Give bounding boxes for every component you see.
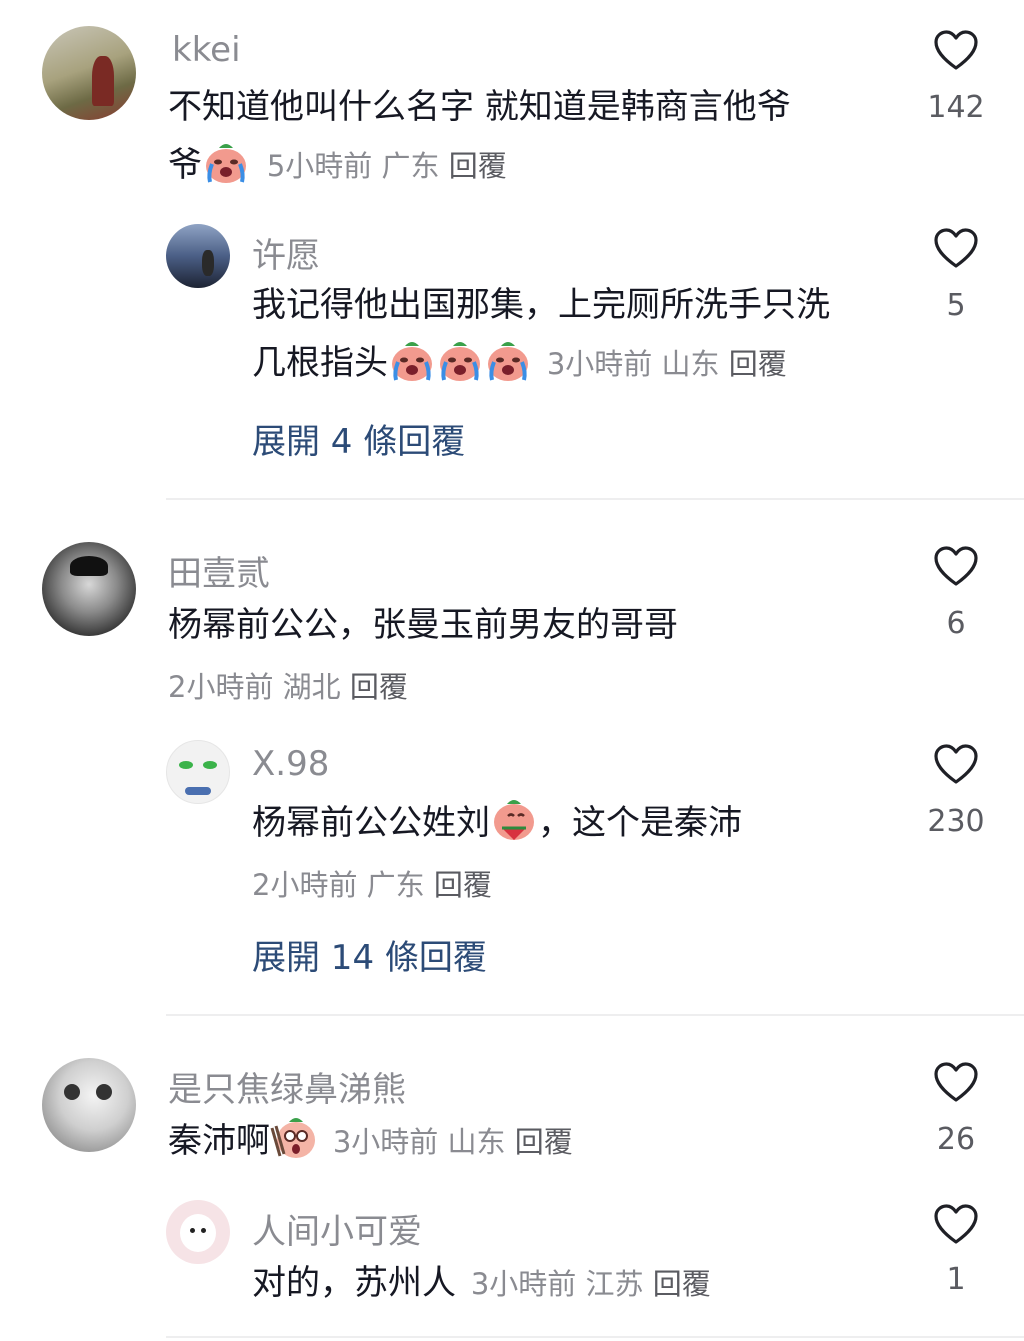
reply-text-line: 我记得他出国那集，上完厕所洗手只洗 (252, 285, 830, 325)
reply-author[interactable]: 人间小可爱 (252, 1204, 422, 1253)
reply-button[interactable]: 回覆 (653, 1267, 711, 1301)
reply-button[interactable]: 回覆 (434, 868, 492, 902)
crying-face-emoji (388, 338, 436, 382)
reply-text: 我记得他出国那集，上完厕所洗手只洗 几根指头 3小時前 山东 回覆 (252, 276, 912, 393)
avatar[interactable] (42, 542, 136, 636)
reply-text-line: 几根指头 3小時前 山东 回覆 (252, 334, 912, 393)
reply-meta: 3小時前 山东 回覆 (547, 347, 787, 381)
crying-face-emoji (436, 338, 484, 382)
comment-meta: 3小時前 山东 回覆 (333, 1125, 573, 1159)
reply-region: 广东 (366, 868, 425, 902)
reply-text-tail: 几根指头 (252, 343, 388, 383)
heart-outline-icon (932, 28, 980, 76)
crying-face-emoji (484, 338, 532, 382)
watermelon-eating-emoji (490, 798, 538, 842)
reply-button[interactable]: 回覆 (515, 1125, 573, 1159)
reply-text: 杨幂前公公姓刘 ，这个是秦沛 (252, 794, 742, 852)
reply-text-part: ，这个是秦沛 (538, 803, 742, 843)
heart-outline-icon (932, 742, 980, 790)
comment-region: 山东 (447, 1125, 506, 1159)
divider (166, 1336, 1024, 1338)
comment-text: 秦沛啊 3小時前 山东 回覆 (168, 1112, 573, 1171)
like-button[interactable] (906, 742, 1006, 794)
avatar[interactable] (166, 1200, 230, 1264)
like-button[interactable] (906, 28, 1006, 80)
reply-button[interactable]: 回覆 (449, 149, 507, 183)
reply-time: 2小時前 (252, 868, 358, 902)
heart-outline-icon (932, 226, 980, 274)
crying-face-emoji (202, 140, 250, 184)
comment-time: 2小時前 (168, 670, 274, 704)
reply-button[interactable]: 回覆 (350, 670, 408, 704)
like-count: 6 (946, 606, 966, 641)
comment-time: 3小時前 (332, 1125, 439, 1159)
reply-region: 江苏 (585, 1267, 644, 1301)
like-count: 5 (946, 288, 966, 323)
comment-region: 湖北 (282, 670, 341, 704)
reply-button[interactable]: 回覆 (729, 347, 787, 381)
comment-author[interactable]: 田壹贰 (168, 546, 270, 595)
reply-region: 山东 (661, 347, 720, 381)
reply-text-part: 杨幂前公公姓刘 (252, 803, 490, 843)
comment-region: 广东 (381, 149, 440, 183)
expand-replies-button[interactable]: 展開 14 條回覆 (252, 930, 487, 979)
like-button[interactable] (906, 226, 1006, 278)
reply-text: 对的，苏州人 3小時前 江苏 回覆 (252, 1254, 711, 1313)
like-button[interactable] (906, 1202, 1006, 1254)
like-count: 1 (946, 1262, 966, 1297)
avatar[interactable] (166, 740, 230, 804)
comment-meta: 2小時前 湖北 回覆 (168, 664, 408, 706)
divider (166, 498, 1024, 500)
comment-text-part: 秦沛啊 (168, 1121, 270, 1161)
comment-text: 杨幂前公公，张曼玉前男友的哥哥 (168, 605, 678, 645)
comment-meta: 5小時前 广东 回覆 (267, 149, 507, 183)
heart-outline-icon (932, 1060, 980, 1108)
shocked-face-emoji (270, 1116, 318, 1160)
heart-outline-icon (932, 1202, 980, 1250)
comment-text-line: 不知道他叫什么名字 就知道是韩商言他爷 (168, 87, 791, 127)
like-count: 26 (936, 1122, 976, 1157)
divider (166, 1014, 1024, 1016)
reply-author[interactable]: X.98 (252, 744, 329, 784)
reply-meta: 2小時前 广东 回覆 (252, 862, 492, 904)
reply-time: 3小時前 (470, 1267, 577, 1301)
comment-author[interactable]: kkei (172, 30, 241, 70)
reply-meta: 3小時前 江苏 回覆 (471, 1267, 711, 1301)
comment-time: 5小時前 (266, 149, 373, 183)
reply-author[interactable]: 许愿 (252, 228, 320, 277)
avatar[interactable] (42, 26, 136, 120)
comment-text-tail: 爷 (168, 145, 202, 185)
reply-text-part: 对的，苏州人 (252, 1263, 456, 1303)
avatar[interactable] (42, 1058, 136, 1152)
comment-author[interactable]: 是只焦绿鼻涕熊 (168, 1062, 406, 1111)
avatar[interactable] (166, 224, 230, 288)
comment-text: 不知道他叫什么名字 就知道是韩商言他爷 爷 5小時前 广东 回覆 (168, 78, 888, 195)
comment-text-line: 爷 5小時前 广东 回覆 (168, 136, 888, 195)
like-count: 142 (927, 90, 985, 125)
like-button[interactable] (906, 1060, 1006, 1112)
like-button[interactable] (906, 544, 1006, 596)
reply-time: 3小時前 (546, 347, 653, 381)
expand-replies-button[interactable]: 展開 4 條回覆 (252, 414, 465, 463)
like-count: 230 (927, 804, 985, 839)
heart-outline-icon (932, 544, 980, 592)
